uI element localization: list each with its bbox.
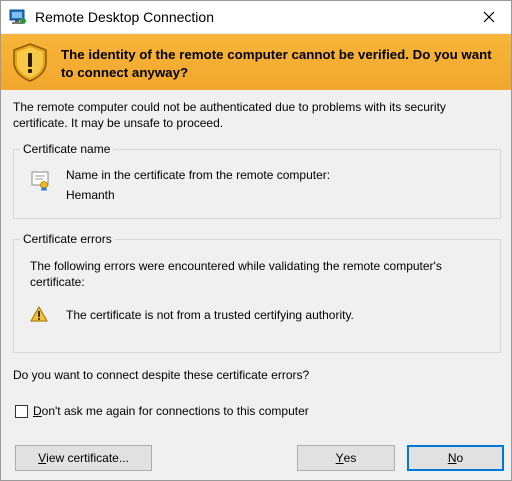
certificate-name-label: Name in the certificate from the remote … xyxy=(66,168,331,182)
certificate-name-value: Hemanth xyxy=(66,188,115,202)
title-bar: Remote Desktop Connection xyxy=(1,1,511,33)
dont-ask-label: Don't ask me again for connections to th… xyxy=(33,404,309,418)
remote-desktop-icon xyxy=(9,9,27,25)
banner-message: The identity of the remote computer cann… xyxy=(61,47,492,80)
error-item: The certificate is not from a trusted ce… xyxy=(66,308,354,322)
close-button[interactable] xyxy=(467,1,511,33)
shield-warning-icon xyxy=(11,42,49,82)
certificate-errors-group: Certificate errors The following errors … xyxy=(13,231,501,353)
view-certificate-button[interactable]: View certificate... xyxy=(15,445,152,471)
warning-banner: The identity of the remote computer cann… xyxy=(1,34,511,90)
dont-ask-checkbox[interactable] xyxy=(15,404,28,418)
certificate-icon xyxy=(30,170,50,192)
dialog-window: Remote Desktop Connection The identity o… xyxy=(0,0,512,481)
window-title: Remote Desktop Connection xyxy=(35,9,214,25)
no-button[interactable]: No xyxy=(407,445,504,471)
certificate-name-legend: Certificate name xyxy=(20,141,114,157)
certificate-errors-legend: Certificate errors xyxy=(20,231,115,247)
dont-ask-checkbox-row[interactable]: Don't ask me again for connections to th… xyxy=(15,404,309,418)
close-icon xyxy=(483,11,495,23)
yes-button[interactable]: Yes xyxy=(297,445,395,471)
intro-text: The remote computer could not be authent… xyxy=(13,100,446,130)
question-text: Do you want to connect despite these cer… xyxy=(13,368,310,382)
certificate-name-group: Certificate name Name in the certificate… xyxy=(13,141,501,219)
errors-intro-text: The following errors were encountered wh… xyxy=(30,259,442,289)
warning-icon xyxy=(30,306,48,322)
